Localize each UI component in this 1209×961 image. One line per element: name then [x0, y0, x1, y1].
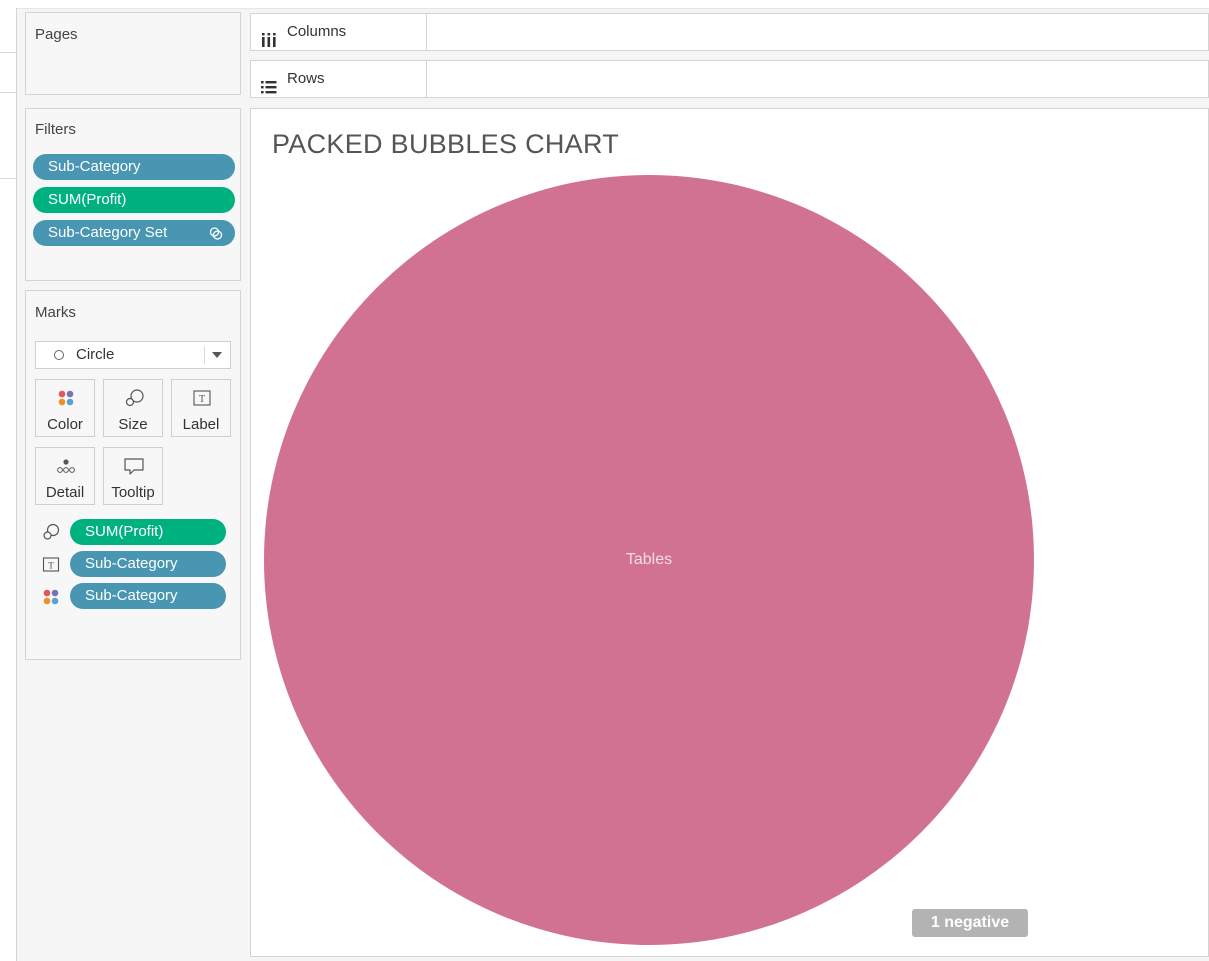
encoding-pill-label: Sub-Category [85, 555, 178, 572]
tooltip-button-label: Tooltip [111, 484, 155, 501]
text-label-icon: T [172, 388, 230, 408]
label-button[interactable]: T Label [171, 379, 231, 437]
mark-type-label: Circle [76, 346, 115, 363]
circle-icon [54, 350, 64, 360]
top-strip [0, 0, 1209, 9]
gutter-divider [0, 178, 16, 179]
filter-pill-sub-category-set[interactable]: Sub-Category Set [33, 220, 235, 246]
detail-dots-icon [36, 456, 94, 476]
filters-title: Filters [35, 121, 76, 138]
filter-pill-label: SUM(Profit) [48, 191, 127, 208]
encoding-pill-label: SUM(Profit) [85, 523, 164, 540]
label-button-label: Label [182, 416, 220, 433]
filter-pill-sum-profit[interactable]: SUM(Profit) [33, 187, 235, 213]
bubble-label: Tables [625, 551, 673, 568]
svg-text:T: T [199, 394, 205, 405]
dropdown-divider [204, 346, 205, 364]
tooltip-icon [104, 456, 162, 476]
columns-shelf[interactable]: Columns [250, 13, 1209, 51]
rows-shelf-label: Rows [251, 61, 427, 97]
pages-card[interactable]: Pages [25, 12, 241, 95]
gutter-divider [0, 52, 16, 53]
marks-title: Marks [35, 304, 76, 321]
rows-shelf[interactable]: Rows [250, 60, 1209, 98]
rows-icon [261, 72, 277, 94]
color-button-label: Color [47, 416, 83, 433]
viz-canvas[interactable]: PACKED BUBBLES CHART Tables 1 negative [250, 108, 1209, 957]
chevron-down-icon[interactable] [212, 352, 222, 358]
columns-label-text: Columns [287, 23, 347, 40]
color-button[interactable]: Color [35, 379, 95, 437]
svg-text:T: T [48, 562, 54, 572]
left-gutter [0, 8, 17, 961]
size-icon [42, 523, 60, 541]
tooltip-button[interactable]: Tooltip [103, 447, 163, 505]
size-button[interactable]: Size [103, 379, 163, 437]
set-icon [209, 220, 223, 254]
columns-shelf-label: Columns [251, 14, 427, 50]
color-dots-icon [36, 388, 94, 408]
gutter-divider [0, 92, 16, 93]
encoding-pill-sub-category-color[interactable]: Sub-Category [70, 583, 226, 609]
encoding-pill-label: Sub-Category [85, 587, 178, 604]
encoding-pill-sum-profit[interactable]: SUM(Profit) [70, 519, 226, 545]
filters-card[interactable]: Filters Sub-Category SUM(Profit) Sub-Cat… [25, 108, 241, 281]
detail-button[interactable]: Detail [35, 447, 95, 505]
negative-values-badge[interactable]: 1 negative [912, 909, 1028, 937]
detail-button-label: Detail [45, 484, 85, 501]
color-dots-icon [42, 588, 60, 606]
columns-icon [261, 25, 277, 47]
size-button-label: Size [118, 416, 148, 433]
viz-title: PACKED BUBBLES CHART [272, 129, 620, 159]
filter-pill-label: Sub-Category Set [48, 224, 168, 241]
marks-card[interactable]: Marks Circle Color Size T Label Detail T… [25, 290, 241, 660]
text-label-icon: T [42, 556, 60, 574]
size-icon [104, 388, 162, 408]
filter-pill-sub-category[interactable]: Sub-Category [33, 154, 235, 180]
mark-type-dropdown[interactable]: Circle [35, 341, 231, 369]
pages-title: Pages [35, 26, 78, 43]
rows-label-text: Rows [287, 70, 325, 87]
filter-pill-label: Sub-Category [48, 158, 141, 175]
encoding-pill-sub-category-label[interactable]: Sub-Category [70, 551, 226, 577]
